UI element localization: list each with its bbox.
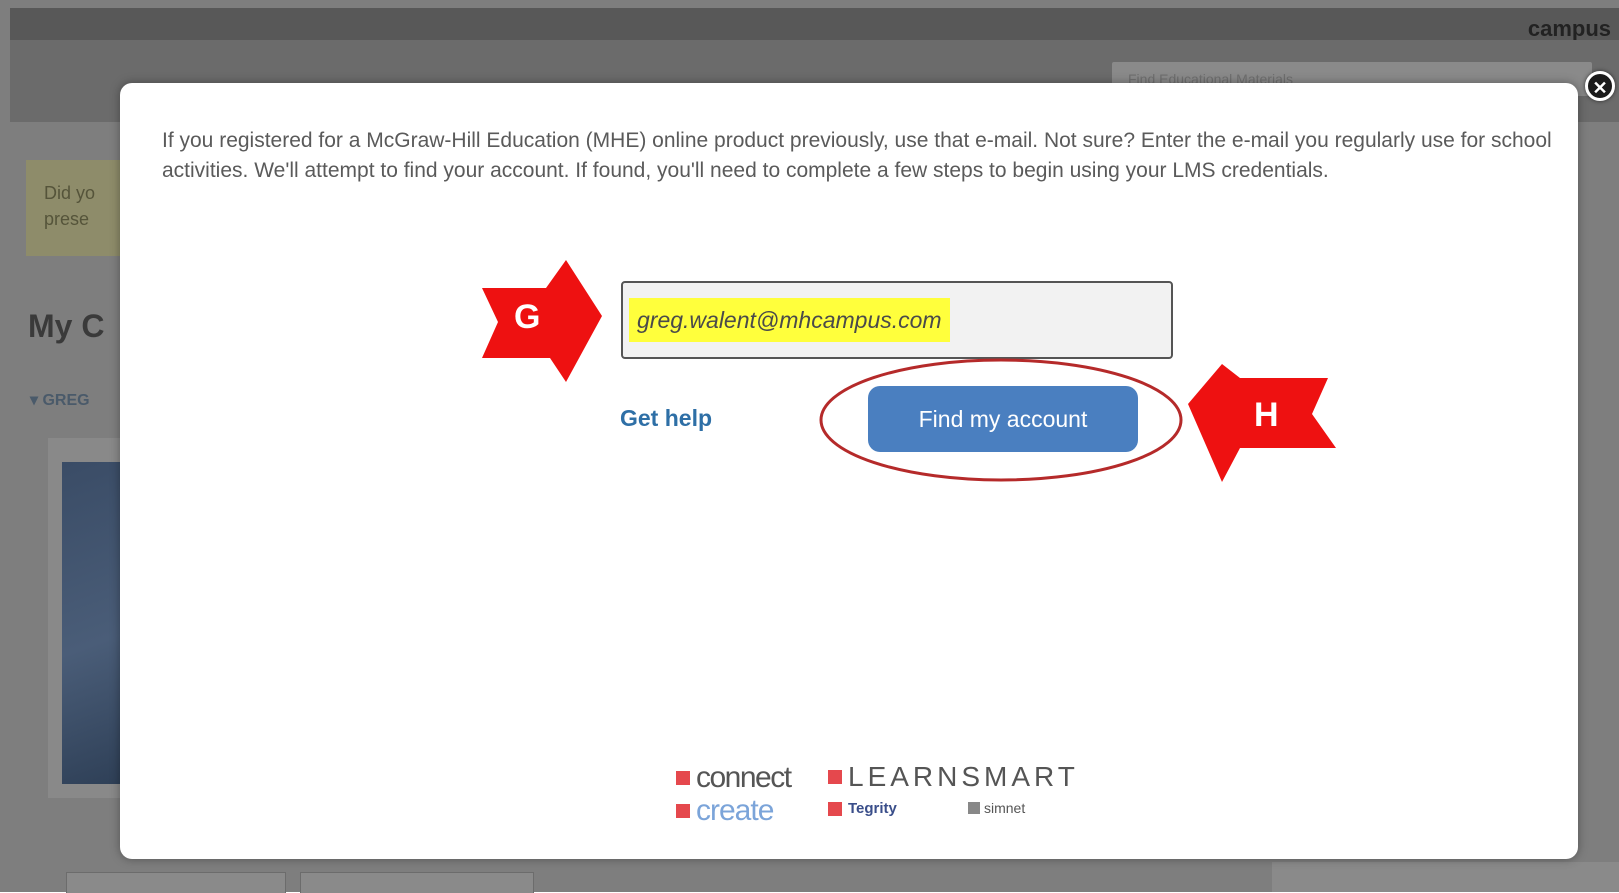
page-heading: My C xyxy=(28,308,105,344)
learnsmart-mark-icon xyxy=(828,770,842,784)
find-account-button[interactable]: Find my account xyxy=(868,386,1138,452)
learnsmart-logo: LEARNSMART xyxy=(828,761,1079,793)
arrow-g-label: G xyxy=(514,298,541,336)
tegrity-mark-icon xyxy=(828,801,842,816)
section-toggle[interactable]: ▾ GREG xyxy=(30,390,90,410)
arrow-h-label: H xyxy=(1254,396,1279,434)
top-bar: campus xyxy=(10,8,1619,41)
section-label: GREG xyxy=(42,392,90,409)
footer-tab-2[interactable] xyxy=(300,872,534,893)
create-mark-icon xyxy=(676,804,690,818)
tegrity-logo: Tegrity xyxy=(828,800,897,817)
close-icon[interactable]: ✕ xyxy=(1585,71,1615,101)
find-account-modal xyxy=(120,83,1578,859)
instructions-text: If you registered for a McGraw-Hill Educ… xyxy=(162,129,1552,182)
email-value: greg.walent@mhcampus.com xyxy=(629,298,950,342)
learnsmart-text: LEARNSMART xyxy=(848,761,1079,792)
simnet-mark-icon xyxy=(968,802,980,814)
create-text: create xyxy=(696,794,774,827)
caret-down-icon: ▾ xyxy=(30,392,43,409)
create-logo: create xyxy=(676,794,774,828)
simnet-logo: simnet xyxy=(968,800,1025,816)
connect-logo: connect xyxy=(676,761,792,795)
brand-logo: campus xyxy=(1527,16,1611,41)
connect-mark-icon xyxy=(676,771,690,785)
arrow-g-icon xyxy=(482,260,602,382)
right-panel xyxy=(1272,862,1619,892)
simnet-text: simnet xyxy=(984,800,1026,816)
tegrity-text: Tegrity xyxy=(848,800,897,817)
connect-text: connect xyxy=(696,761,792,794)
get-help-link[interactable]: Get help xyxy=(620,405,712,432)
footer-tab-1[interactable] xyxy=(66,872,286,893)
